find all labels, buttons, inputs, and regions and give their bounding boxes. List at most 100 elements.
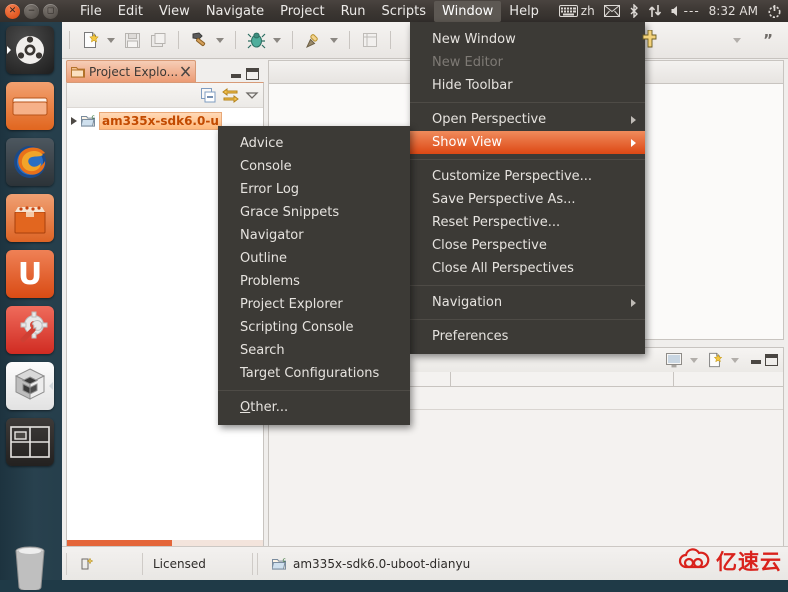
expand-arrow-icon[interactable] [71, 117, 77, 125]
perspective-icon [363, 33, 377, 47]
menu-item-label: Error Log [240, 182, 300, 197]
submenu-item-grace-snippets[interactable]: Grace Snippets [218, 201, 410, 224]
bottom-panel-tab[interactable] [451, 372, 674, 386]
menu-item-hide-toolbar[interactable]: Hide Toolbar [410, 74, 645, 97]
bottom-panel-maximize-button[interactable] [765, 354, 778, 366]
save-all-button [146, 28, 170, 52]
toolbar-overflow-caret[interactable] [733, 37, 742, 43]
menu-item-customize-perspective[interactable]: Customize Perspective... [410, 165, 645, 188]
svg-text:c: c [92, 114, 95, 121]
run-dropdown-caret[interactable] [330, 37, 338, 43]
menubar-item-view[interactable]: View [151, 1, 198, 22]
statusbar-project-name: am335x-sdk6.0-uboot-dianyu [293, 556, 471, 571]
launcher-item-files[interactable] [6, 82, 54, 130]
menubar-item-project[interactable]: Project [272, 1, 332, 22]
window-minimize-button[interactable]: − [24, 3, 39, 19]
menu-item-label: Customize Perspective... [432, 169, 593, 184]
view-menu-icon[interactable] [245, 88, 259, 102]
gear-wrench-icon [20, 311, 48, 343]
build-button[interactable] [187, 28, 211, 52]
window-maximize-button[interactable]: ◻ [43, 3, 58, 19]
mail-indicator[interactable] [603, 5, 620, 17]
clock-indicator[interactable]: 8:32 AM [709, 5, 758, 17]
project-explorer-window-controls [231, 68, 264, 82]
launcher-item-ubuntu-one[interactable]: U [6, 250, 54, 298]
submenu-item-target-configurations[interactable]: Target Configurations [218, 362, 410, 385]
open-console-icon[interactable] [706, 352, 723, 368]
close-icon[interactable] [180, 66, 191, 77]
menubar-item-run[interactable]: Run [333, 1, 374, 22]
keyboard-indicator[interactable]: zh [558, 4, 595, 18]
project-explorer-minimize-button[interactable] [231, 70, 241, 78]
console-dropdown-caret[interactable] [690, 357, 698, 363]
save-button [120, 28, 144, 52]
launcher-item-workspace-switcher[interactable] [6, 418, 54, 466]
menubar-item-help[interactable]: Help [501, 1, 547, 22]
window-close-button[interactable]: ✕ [5, 3, 20, 19]
debug-dropdown-caret[interactable] [273, 37, 281, 43]
submenu-item-problems[interactable]: Problems [218, 270, 410, 293]
submenu-item-navigator[interactable]: Navigator [218, 224, 410, 247]
bottom-panel-minimize-button[interactable] [751, 356, 761, 364]
menubar-item-scripts[interactable]: Scripts [374, 1, 434, 22]
license-label: Licensed [153, 556, 206, 571]
link-with-editor-icon[interactable] [222, 87, 239, 103]
menu-item-reset-perspective[interactable]: Reset Perspective... [410, 211, 645, 234]
menubar-item-window[interactable]: Window [434, 0, 502, 22]
menu-item-label: Target Configurations [240, 366, 380, 381]
tab-project-explorer[interactable]: Project Explo... [66, 60, 196, 82]
launcher-item-ubuntu-dash[interactable] [6, 26, 54, 74]
volume-level-dashes: --- [683, 4, 700, 18]
menu-item-close-perspective[interactable]: Close Perspective [410, 234, 645, 257]
run-button[interactable] [301, 28, 325, 52]
keyboard-layout-label: zh [580, 4, 595, 18]
collapse-all-icon[interactable] [201, 87, 216, 103]
cube-icon [14, 368, 46, 400]
project-explorer-icon [71, 67, 85, 78]
launcher-item-firefox[interactable] [6, 138, 54, 186]
build-dropdown-caret[interactable] [216, 37, 224, 43]
new-file-button[interactable] [78, 28, 102, 52]
menu-item-open-perspective[interactable]: Open Perspective [410, 108, 645, 131]
statusbar-divider [66, 552, 67, 575]
project-explorer-maximize-button[interactable] [246, 68, 259, 80]
launcher-item-ubuntu-software-center[interactable] [6, 194, 54, 242]
menubar-item-edit[interactable]: Edit [110, 1, 151, 22]
hammer-icon [192, 31, 205, 46]
network-indicator[interactable] [648, 4, 662, 18]
launcher-item-trash[interactable] [6, 542, 54, 592]
launcher-item-virtualbox[interactable] [6, 362, 54, 410]
submenu-item-error-log[interactable]: Error Log [218, 178, 410, 201]
submenu-item-other[interactable]: Other... [218, 396, 410, 419]
open-console-caret[interactable] [731, 357, 739, 363]
menu-item-label: Search [240, 343, 285, 358]
menu-item-new-window[interactable]: New Window [410, 28, 645, 51]
menu-item-navigation[interactable]: Navigation [410, 291, 645, 314]
debug-button[interactable] [244, 28, 268, 52]
menubar-item-navigate[interactable]: Navigate [198, 1, 272, 22]
network-updown-icon [648, 5, 661, 17]
maximize-icon: ◻ [46, 5, 55, 16]
menu-item-show-view[interactable]: Show View [410, 131, 645, 154]
menu-item-save-perspective-as[interactable]: Save Perspective As... [410, 188, 645, 211]
launcher-item-system-settings[interactable] [6, 306, 54, 354]
submenu-item-search[interactable]: Search [218, 339, 410, 362]
menu-item-close-all-perspectives[interactable]: Close All Perspectives [410, 257, 645, 280]
submenu-item-outline[interactable]: Outline [218, 247, 410, 270]
submenu-item-project-explorer[interactable]: Project Explorer [218, 293, 410, 316]
toolbar-overflow-label[interactable]: ” [763, 31, 773, 49]
menu-separator [410, 285, 645, 286]
submenu-item-scripting-console[interactable]: Scripting Console [218, 316, 410, 339]
new-file-dropdown-caret[interactable] [107, 37, 115, 43]
submenu-item-advice[interactable]: Advice [218, 132, 410, 155]
session-indicator[interactable] [767, 4, 782, 19]
volume-indicator[interactable]: --- [671, 5, 700, 17]
menu-item-label: Navigator [240, 228, 304, 243]
show-view-submenu: Advice Console Error Log Grace Snippets … [218, 126, 410, 425]
display-selected-console-icon[interactable] [666, 352, 682, 368]
menu-item-preferences[interactable]: Preferences [410, 325, 645, 348]
submenu-item-console[interactable]: Console [218, 155, 410, 178]
bluetooth-indicator[interactable] [629, 4, 639, 18]
menubar-item-file[interactable]: File [72, 1, 110, 22]
menu-item-label: ther... [250, 400, 289, 415]
